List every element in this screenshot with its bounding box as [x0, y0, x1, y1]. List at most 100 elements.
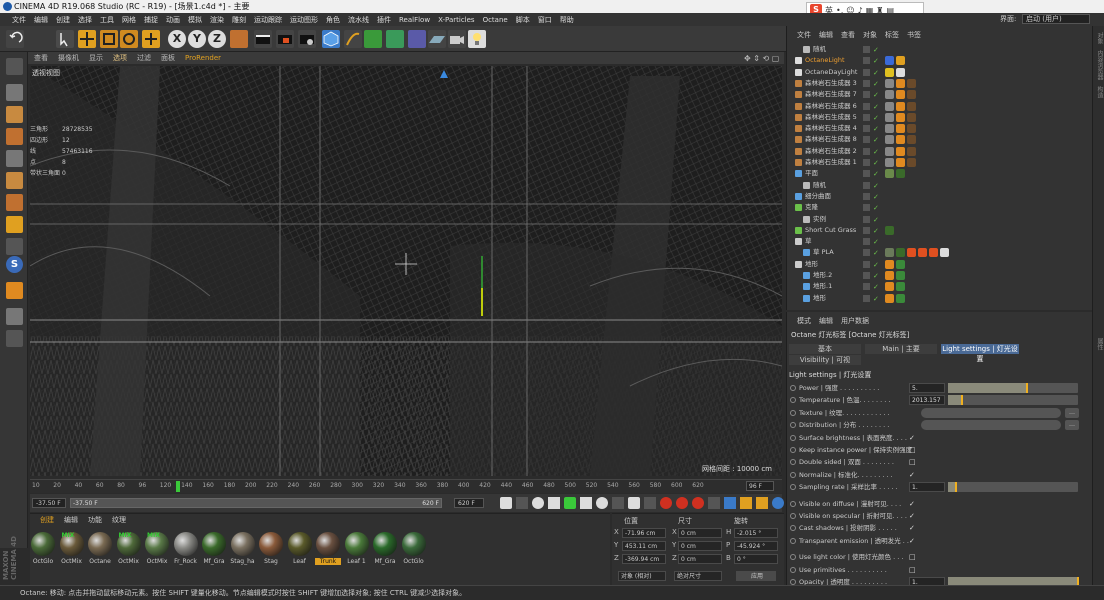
object-tag-icon[interactable] [885, 169, 894, 179]
edges-mode-icon[interactable] [6, 172, 23, 189]
material-swatch[interactable]: Stag_ha [230, 530, 256, 570]
object-name[interactable]: 地形 [813, 293, 826, 304]
y-axis-icon[interactable]: Y [188, 30, 206, 48]
next-key-icon[interactable] [596, 497, 608, 509]
size-mode-select[interactable]: 绝对尺寸 [674, 571, 722, 581]
attribute-checkbox[interactable]: ✓ [909, 522, 915, 534]
object-row[interactable]: OctaneDayLight ✓ [787, 67, 1093, 78]
prev-frame-icon[interactable] [548, 497, 560, 509]
object-name[interactable]: Short Cut Grass [805, 225, 856, 236]
object-name[interactable]: 草 PLA [813, 247, 834, 258]
animate-dot-icon[interactable] [790, 513, 796, 519]
object-row[interactable]: 细分曲面 ✓ [787, 191, 1093, 202]
dock-tab-objects[interactable]: 对象 [1095, 32, 1104, 44]
timeline-ruler[interactable]: 10 20 40 60 80 96 120 140 160 180 200 220 240 260 280 3… [30, 479, 782, 493]
object-name[interactable]: 森林岩石生成器 5 [805, 112, 857, 123]
attribute-checkbox[interactable]: ✓ [909, 498, 915, 510]
move-icon[interactable] [78, 30, 96, 48]
visibility-dots-icon[interactable] [863, 147, 870, 155]
texture-slot[interactable] [921, 407, 1061, 418]
object-name[interactable]: 细分曲面 [805, 191, 831, 202]
visibility-dots-icon[interactable] [863, 226, 870, 234]
points-mode-icon[interactable] [6, 150, 23, 167]
menu-item-7[interactable]: 动画 [162, 15, 184, 25]
keyframe-selection-icon[interactable] [692, 497, 704, 509]
object-menu-item-5[interactable]: 书签 [907, 30, 921, 42]
object-tag-icon[interactable] [907, 101, 916, 111]
object-tag-icon[interactable] [896, 146, 905, 156]
render-picture-viewer-icon[interactable] [276, 30, 294, 48]
timeline-playhead[interactable] [176, 481, 180, 492]
attribute-checkbox[interactable]: □ [909, 564, 916, 576]
object-row[interactable]: 森林岩石生成器 2 ✓ [787, 146, 1093, 157]
object-tag-icon[interactable] [907, 135, 916, 145]
object-tag-icon[interactable] [885, 146, 894, 156]
grid-workplane-icon[interactable] [6, 308, 23, 325]
prev-key-icon[interactable] [532, 497, 544, 509]
rotation-field[interactable]: -2.015 ° [734, 528, 778, 538]
undo-icon[interactable] [6, 30, 24, 48]
visibility-dots-icon[interactable] [863, 113, 870, 121]
object-row[interactable]: 实例 ✓ [787, 214, 1093, 225]
menu-item-3[interactable]: 选择 [74, 15, 96, 25]
object-row[interactable]: Short Cut Grass ✓ [787, 225, 1093, 236]
animate-dot-icon[interactable] [790, 409, 796, 416]
axis-mode-icon[interactable] [6, 216, 23, 233]
visibility-dots-icon[interactable] [863, 125, 870, 133]
object-name[interactable]: 森林岩石生成器 2 [805, 146, 857, 157]
attribute-checkbox[interactable]: ✓ [909, 469, 915, 481]
visibility-dots-icon[interactable] [863, 204, 870, 212]
object-tag-icon[interactable] [885, 259, 894, 269]
visibility-dots-icon[interactable] [863, 46, 870, 53]
menu-item-17[interactable]: X-Particles [434, 16, 478, 24]
object-row[interactable]: OctaneLight ✓ [787, 55, 1093, 66]
key-param-icon[interactable] [772, 497, 784, 509]
object-tag-icon[interactable] [907, 248, 916, 258]
visibility-dots-icon[interactable] [863, 249, 870, 257]
magnet-icon[interactable] [6, 282, 23, 299]
end-frame-field[interactable]: 620 F [454, 498, 484, 508]
visibility-dots-icon[interactable] [863, 181, 870, 189]
visibility-dots-icon[interactable] [863, 57, 870, 65]
object-tag-icon[interactable] [907, 78, 916, 88]
animate-dot-icon[interactable] [790, 554, 796, 561]
object-tag-icon[interactable] [896, 112, 905, 122]
object-tag-icon[interactable] [907, 146, 916, 156]
visibility-dots-icon[interactable] [863, 159, 870, 166]
object-tag-icon[interactable] [885, 78, 894, 88]
attribute-checkbox[interactable]: ✓ [909, 535, 915, 547]
object-row[interactable]: 地形.1 ✓ [787, 281, 1093, 292]
material-swatch[interactable]: MIX OctMix [59, 530, 85, 570]
material-menu-item-0[interactable]: 创建 [40, 515, 54, 525]
cube-icon[interactable] [322, 30, 340, 48]
object-tag-icon[interactable] [896, 135, 905, 145]
object-tag-icon[interactable] [896, 282, 905, 292]
start-frame-field[interactable]: -37.50 F [32, 498, 66, 508]
attribute-checkbox[interactable]: ✓ [909, 510, 915, 522]
key-rotation-icon[interactable] [756, 497, 768, 509]
object-tag-icon[interactable] [885, 90, 894, 100]
material-menu-item-1[interactable]: 编辑 [64, 515, 78, 525]
menu-item-5[interactable]: 网格 [118, 15, 140, 25]
render-view-icon[interactable] [254, 30, 272, 48]
object-row[interactable]: 地形 ✓ [787, 259, 1093, 270]
object-tag-icon[interactable] [885, 293, 894, 303]
render-settings-icon[interactable] [298, 30, 316, 48]
object-tag-icon[interactable] [896, 124, 905, 134]
key-scale-icon[interactable] [740, 497, 752, 509]
pen-spline-icon[interactable] [344, 30, 362, 48]
menu-item-20[interactable]: 窗口 [534, 15, 556, 25]
menu-item-6[interactable]: 捕捉 [140, 15, 162, 25]
menu-item-14[interactable]: 流水线 [344, 15, 373, 25]
material-swatch[interactable]: Leaf 1 [344, 530, 370, 570]
menu-item-21[interactable]: 帮助 [556, 15, 578, 25]
menu-item-15[interactable]: 插件 [373, 15, 395, 25]
object-tag-icon[interactable] [885, 67, 894, 77]
object-tag-icon[interactable] [885, 248, 894, 258]
animate-dot-icon[interactable] [790, 459, 796, 466]
visibility-dots-icon[interactable] [863, 136, 870, 144]
visibility-dots-icon[interactable] [863, 68, 870, 76]
object-name[interactable]: 地形.1 [813, 281, 832, 292]
slider-handle[interactable] [961, 395, 963, 406]
object-tag-icon[interactable] [896, 259, 905, 269]
